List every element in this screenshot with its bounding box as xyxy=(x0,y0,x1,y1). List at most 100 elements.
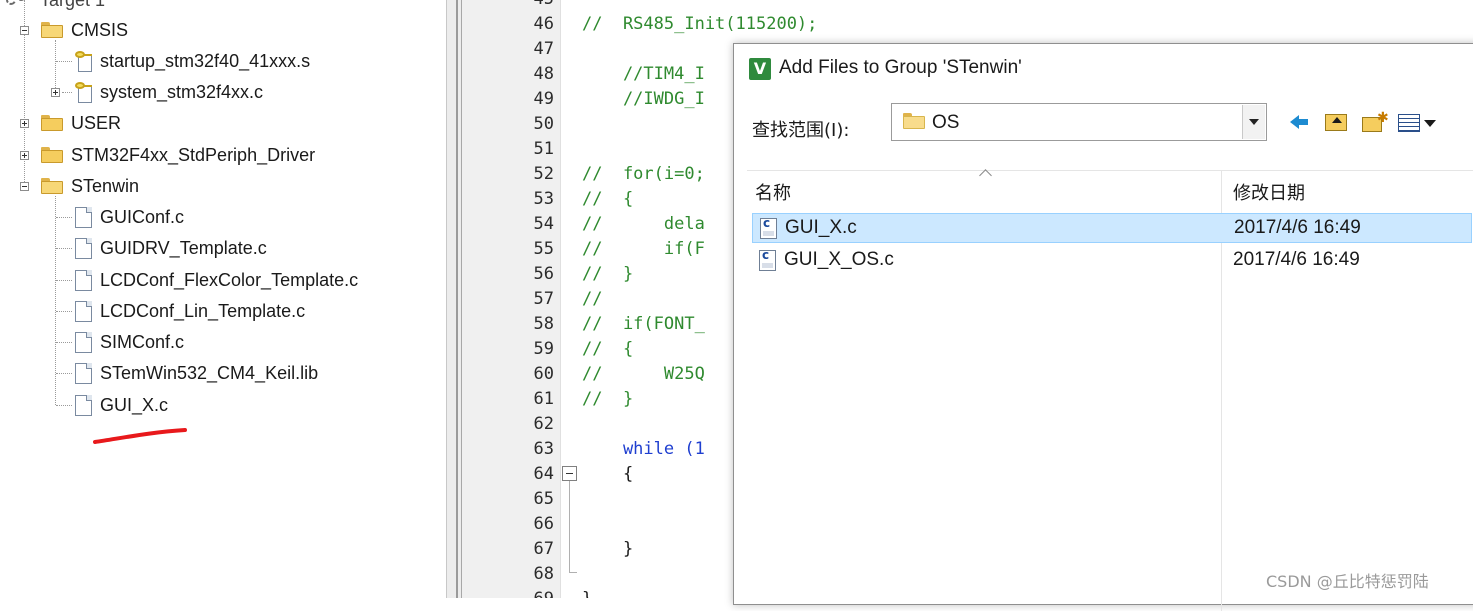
code-line: // RS485_Init(115200); xyxy=(582,14,818,34)
line-number: 53 xyxy=(533,189,554,209)
fold-guide-line xyxy=(569,481,570,573)
code-line: // { xyxy=(582,339,634,359)
up-folder-button[interactable] xyxy=(1323,110,1351,134)
chevron-down-icon xyxy=(1424,120,1436,127)
line-number: 63 xyxy=(533,439,554,459)
tree-group-label: CMSIS xyxy=(71,19,129,40)
folder-icon xyxy=(41,147,63,163)
line-number: 67 xyxy=(533,539,554,559)
code-line: // xyxy=(582,289,603,309)
key-file-icon xyxy=(75,81,92,103)
c-file-icon xyxy=(760,216,777,239)
code-line: } xyxy=(582,587,592,598)
line-number: 58 xyxy=(533,314,554,334)
tree-group-label: USER xyxy=(71,112,122,133)
document-icon xyxy=(75,331,92,353)
tree-connector xyxy=(56,248,72,249)
tree-group-user[interactable]: USER xyxy=(41,109,121,137)
document-icon xyxy=(75,362,92,384)
code-line: // } xyxy=(582,264,634,284)
chevron-down-icon[interactable] xyxy=(1242,105,1265,139)
document-icon xyxy=(75,300,92,322)
tree-root-label: Target 1 xyxy=(40,0,105,11)
line-number: 60 xyxy=(533,364,554,384)
file-list[interactable]: 名称 修改日期 GUI_X.c 2017/4/6 16:49 GUI_X_OS.… xyxy=(747,170,1473,611)
line-number: 59 xyxy=(533,339,554,359)
tree-file[interactable]: GUIDRV_Template.c xyxy=(75,234,267,262)
line-number: 52 xyxy=(533,164,554,184)
line-number: 50 xyxy=(533,114,554,134)
folder-icon xyxy=(41,115,63,131)
file-date: 2017/4/6 16:49 xyxy=(1233,249,1360,270)
tree-file[interactable]: GUIConf.c xyxy=(75,203,184,231)
tree-connector xyxy=(56,61,72,62)
tree-file-startup[interactable]: startup_stm32f40_41xxx.s xyxy=(75,47,310,75)
code-line: // { xyxy=(582,189,634,209)
tree-file-gui-x[interactable]: GUI_X.c xyxy=(75,391,168,419)
file-name: GUI_X_OS.c xyxy=(784,249,894,270)
column-header-name[interactable]: 名称 xyxy=(755,179,791,205)
collapse-toggle[interactable] xyxy=(20,26,29,35)
new-folder-button[interactable]: ✱ xyxy=(1360,110,1389,134)
tree-group-label: STenwin xyxy=(71,175,140,196)
fold-collapse-icon[interactable] xyxy=(562,466,577,481)
line-number: 61 xyxy=(533,389,554,409)
watermark-text: CSDN @丘比特惩罚陆 xyxy=(1266,572,1429,591)
look-in-value: OS xyxy=(932,112,960,133)
tree-file[interactable]: LCDConf_Lin_Template.c xyxy=(75,297,305,325)
line-number: 62 xyxy=(533,414,554,434)
tree-connector xyxy=(56,311,72,312)
tree-file[interactable]: STemWin532_CM4_Keil.lib xyxy=(75,359,318,387)
add-files-dialog: Add Files to Group 'STenwin' 查找范围(I): OS… xyxy=(733,43,1473,611)
tree-file[interactable]: SIMConf.c xyxy=(75,328,184,356)
tree-file-label: startup_stm32f40_41xxx.s xyxy=(100,50,311,71)
code-line: while (1 xyxy=(582,439,705,459)
line-number: 66 xyxy=(533,514,554,534)
folder-icon xyxy=(903,113,925,129)
gear-icon xyxy=(6,0,32,9)
code-line: { xyxy=(582,464,634,484)
file-row[interactable]: GUI_X_OS.c 2017/4/6 16:49 xyxy=(752,246,1472,276)
expand-toggle[interactable] xyxy=(20,151,29,160)
line-number: 45 xyxy=(462,0,554,12)
tree-group-stdperiph[interactable]: STM32F4xx_StdPeriph_Driver xyxy=(41,141,315,169)
file-date: 2017/4/6 16:49 xyxy=(1234,217,1361,238)
dialog-titlebar[interactable]: Add Files to Group 'STenwin' xyxy=(734,44,1473,96)
tree-group-cmsis[interactable]: CMSIS xyxy=(41,16,128,44)
tree-group-stenwin[interactable]: STenwin xyxy=(41,172,139,200)
tree-file-label: SIMConf.c xyxy=(100,331,185,352)
code-line: //IWDG_I xyxy=(582,89,705,109)
line-number-gutter: 45 46 47 48 49 50 51 52 53 54 55 56 57 58 59 60 61 62 63 64… xyxy=(462,0,561,598)
document-icon xyxy=(75,269,92,291)
tree-file-label: GUIConf.c xyxy=(100,206,185,227)
tree-file-system[interactable]: system_stm32f4xx.c xyxy=(75,78,263,106)
tree-root-target[interactable]: Target 1 xyxy=(6,0,105,14)
code-line: //TIM4_I xyxy=(582,64,705,84)
key-file-icon xyxy=(75,50,92,72)
expand-toggle[interactable] xyxy=(20,119,29,128)
line-number: 46 xyxy=(533,14,554,34)
dialog-title: Add Files to Group 'STenwin' xyxy=(779,57,1022,78)
tree-file[interactable]: LCDConf_FlexColor_Template.c xyxy=(75,266,358,294)
sort-ascending-icon xyxy=(979,167,995,177)
code-line: // dela xyxy=(582,214,705,234)
c-file-icon xyxy=(759,248,776,271)
view-menu-button[interactable] xyxy=(1396,110,1440,134)
look-in-label: 查找范围(I): xyxy=(752,120,850,141)
code-line: // W25Q xyxy=(582,364,705,384)
code-line: // if(FONT_ xyxy=(582,314,705,334)
collapse-toggle[interactable] xyxy=(20,182,29,191)
expand-toggle[interactable] xyxy=(51,88,60,97)
file-name: GUI_X.c xyxy=(785,217,857,238)
tree-connector xyxy=(62,92,72,93)
look-in-combobox[interactable]: OS xyxy=(891,103,1267,141)
line-number: 48 xyxy=(533,64,554,84)
code-line: // if(F xyxy=(582,239,705,259)
pane-splitter[interactable] xyxy=(446,0,462,598)
column-header-date[interactable]: 修改日期 xyxy=(1233,179,1305,205)
tree-group-label: STM32F4xx_StdPeriph_Driver xyxy=(71,144,316,165)
back-button[interactable] xyxy=(1287,110,1315,134)
file-row-selected[interactable]: GUI_X.c 2017/4/6 16:49 xyxy=(752,213,1472,243)
tree-file-label: STemWin532_CM4_Keil.lib xyxy=(100,362,319,383)
code-line: // } xyxy=(582,389,634,409)
